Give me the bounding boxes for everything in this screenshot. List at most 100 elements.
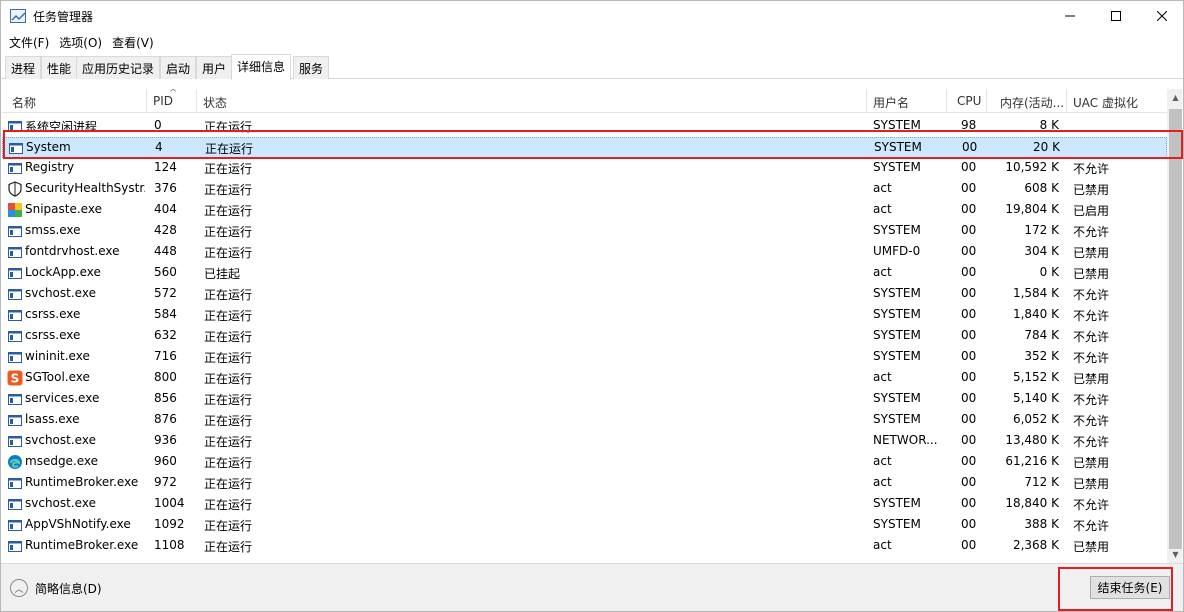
table-row[interactable]: fontdrvhost.exe 448 正在运行 UMFD-0 00 304 K 已禁用 <box>2 242 1167 263</box>
memory-cell: 8 K <box>1039 118 1059 132</box>
end-task-button[interactable]: 结束任务(E) <box>1090 576 1170 599</box>
table-row[interactable]: 系统空闲进程 0 正在运行 SYSTEM 98 8 K <box>2 116 1167 137</box>
username-cell: SYSTEM <box>873 307 921 321</box>
table-row[interactable]: services.exe 856 正在运行 SYSTEM 00 5,140 K 不允许 <box>2 389 1167 410</box>
pid-cell: 716 <box>154 349 177 363</box>
status-cell: 正在运行 <box>204 498 253 512</box>
generic-process-icon <box>7 496 23 512</box>
tab-processes[interactable]: 进程 <box>5 56 42 79</box>
table-row[interactable]: lsass.exe 876 正在运行 SYSTEM 00 6,052 K 不允许 <box>2 410 1167 431</box>
cpu-cell: 00 <box>961 265 977 279</box>
minimize-button[interactable] <box>1047 1 1093 31</box>
username-cell: SYSTEM <box>873 118 921 132</box>
status-cell: 正在运行 <box>205 142 254 156</box>
memory-cell: 5,152 K <box>1012 370 1059 384</box>
tab-details[interactable]: 详细信息 <box>231 54 292 80</box>
menu-options[interactable]: 选项(O) <box>54 31 107 53</box>
table-row[interactable]: svchost.exe 572 正在运行 SYSTEM 00 1,584 K 不允许 <box>2 284 1167 305</box>
uac-cell: 不允许 <box>1073 498 1110 512</box>
uac-cell: 已禁用 <box>1073 477 1110 491</box>
cpu-cell: 00 <box>961 286 977 300</box>
table-row[interactable]: csrss.exe 632 正在运行 SYSTEM 00 784 K 不允许 <box>2 326 1167 347</box>
task-manager-window: 任务管理器 文件(F) 选项(O) 查看(V) 进程 性能 应用历史记录 启动 … <box>0 0 1184 612</box>
uac-cell: 已禁用 <box>1073 456 1110 470</box>
memory-cell: 608 K <box>1024 181 1059 195</box>
memory-cell: 784 K <box>1024 328 1059 342</box>
cpu-cell: 00 <box>961 160 977 174</box>
memory-cell: 2,368 K <box>1012 538 1059 552</box>
scrollbar-thumb[interactable] <box>1169 109 1182 549</box>
menu-file[interactable]: 文件(F) <box>4 31 54 53</box>
memory-cell: 712 K <box>1024 475 1059 489</box>
generic-process-icon <box>7 286 23 302</box>
column-header-name[interactable]: 名称 <box>2 89 147 113</box>
sgtool-icon: S <box>7 370 23 386</box>
generic-process-icon <box>7 307 23 323</box>
chevron-up-icon[interactable]: ︿ <box>10 579 28 597</box>
close-button[interactable] <box>1139 1 1184 31</box>
vertical-scrollbar[interactable]: ▲ ▼ <box>1167 89 1182 563</box>
process-name-cell: services.exe <box>25 391 100 405</box>
username-cell: SYSTEM <box>874 140 922 154</box>
process-name-cell: LockApp.exe <box>25 265 101 279</box>
uac-cell: 已禁用 <box>1073 540 1110 554</box>
cpu-cell: 00 <box>961 496 977 510</box>
table-row[interactable]: Snipaste.exe 404 正在运行 act 00 19,804 K 已启用 <box>2 200 1167 221</box>
fewer-details-link[interactable]: 简略信息(D) <box>35 580 102 597</box>
table-row[interactable]: LockApp.exe 560 已挂起 act 00 0 K 已禁用 <box>2 263 1167 284</box>
username-cell: SYSTEM <box>873 517 921 531</box>
table-row[interactable]: svchost.exe 1004 正在运行 SYSTEM 00 18,840 K 不允许 <box>2 494 1167 515</box>
scroll-up-icon[interactable]: ▲ <box>1167 89 1182 106</box>
close-icon <box>1157 11 1167 21</box>
table-row[interactable]: csrss.exe 584 正在运行 SYSTEM 00 1,840 K 不允许 <box>2 305 1167 326</box>
username-cell: SYSTEM <box>873 223 921 237</box>
cpu-cell: 00 <box>961 244 977 258</box>
tab-app-history[interactable]: 应用历史记录 <box>76 56 161 79</box>
column-header-uac[interactable]: UAC 虚拟化 <box>1067 89 1167 113</box>
menu-view[interactable]: 查看(V) <box>107 31 159 53</box>
tab-startup[interactable]: 启动 <box>160 56 197 79</box>
column-header-memory[interactable]: 内存(活动... <box>987 89 1067 113</box>
status-cell: 正在运行 <box>204 120 253 134</box>
memory-cell: 10,592 K <box>1005 160 1059 174</box>
maximize-icon <box>1111 11 1121 21</box>
column-header-username[interactable]: 用户名 <box>867 89 947 113</box>
table-row[interactable]: msedge.exe 960 正在运行 act 00 61,216 K 已禁用 <box>2 452 1167 473</box>
column-header-cpu[interactable]: CPU <box>947 89 987 113</box>
table-row[interactable]: svchost.exe 936 正在运行 NETWOR... 00 13,480 K 不允许 <box>2 431 1167 452</box>
pid-cell: 572 <box>154 286 177 300</box>
username-cell: act <box>873 538 892 552</box>
cpu-cell: 00 <box>961 412 977 426</box>
process-name-cell: SecurityHealthSystr... <box>25 181 145 195</box>
scroll-down-icon[interactable]: ▼ <box>1167 546 1182 563</box>
pid-cell: 0 <box>154 118 162 132</box>
maximize-button[interactable] <box>1093 1 1139 31</box>
username-cell: UMFD-0 <box>873 244 921 258</box>
uac-cell: 不允许 <box>1073 435 1110 449</box>
tab-services[interactable]: 服务 <box>293 56 330 79</box>
tab-users[interactable]: 用户 <box>196 56 233 79</box>
memory-cell: 6,052 K <box>1012 412 1059 426</box>
status-cell: 正在运行 <box>204 288 253 302</box>
generic-process-icon <box>8 140 24 156</box>
process-name-cell: msedge.exe <box>25 454 99 468</box>
table-row[interactable]: System 4 正在运行 SYSTEM 00 20 K <box>2 137 1167 158</box>
minimize-icon <box>1065 15 1075 17</box>
status-cell: 正在运行 <box>204 204 253 218</box>
table-row[interactable]: wininit.exe 716 正在运行 SYSTEM 00 352 K 不允许 <box>2 347 1167 368</box>
table-row[interactable]: S SGTool.exe 800 正在运行 act 00 5,152 K 已禁用 <box>2 368 1167 389</box>
table-row[interactable]: AppVShNotify.exe 1092 正在运行 SYSTEM 00 388 K 不允许 <box>2 515 1167 536</box>
table-row[interactable]: smss.exe 428 正在运行 SYSTEM 00 172 K 不允许 <box>2 221 1167 242</box>
table-row[interactable]: Registry 124 正在运行 SYSTEM 00 10,592 K 不允许 <box>2 158 1167 179</box>
username-cell: act <box>873 202 892 216</box>
column-header-status[interactable]: 状态 <box>197 89 867 113</box>
cpu-cell: 00 <box>961 202 977 216</box>
pid-cell: 960 <box>154 454 177 468</box>
uac-cell: 不允许 <box>1073 519 1110 533</box>
tab-performance[interactable]: 性能 <box>41 56 78 79</box>
table-row[interactable]: RuntimeBroker.exe 1108 正在运行 act 00 2,368 K 已禁用 <box>2 536 1167 557</box>
table-row[interactable]: RuntimeBroker.exe 972 正在运行 act 00 712 K 已禁用 <box>2 473 1167 494</box>
pid-cell: 1004 <box>154 496 185 510</box>
table-row[interactable]: SecurityHealthSystr... 376 正在运行 act 00 608 K 已… <box>2 179 1167 200</box>
generic-process-icon <box>7 412 23 428</box>
